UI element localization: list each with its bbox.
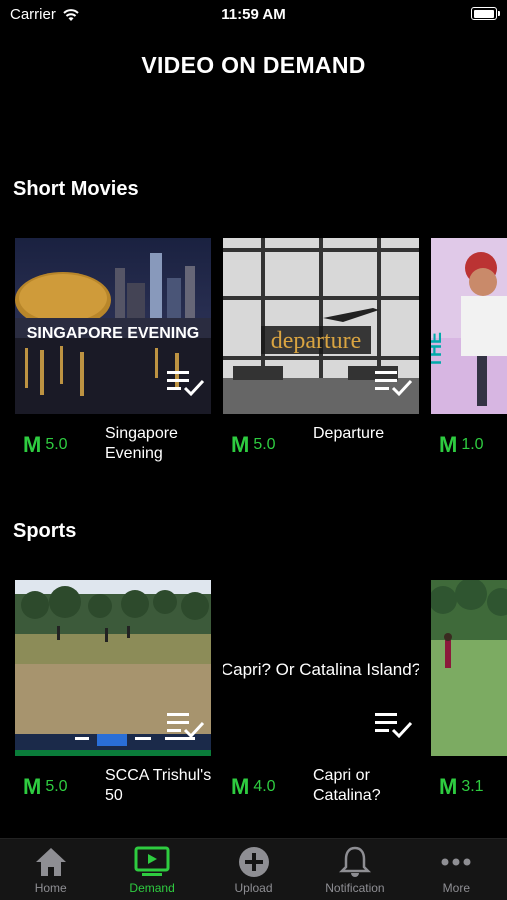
m-logo-icon: M [439, 774, 458, 799]
status-bar: Carrier 11:59 AM [0, 0, 507, 30]
rating: M 3.1 [439, 776, 484, 798]
tab-home[interactable]: Home [0, 839, 101, 900]
thumb-caption: departure [271, 328, 362, 354]
playlist-check-icon[interactable] [373, 368, 413, 398]
m-logo-icon: M [439, 432, 458, 457]
video-card-scca[interactable]: M 5.0 SCCA Trishul's 50 [15, 580, 211, 810]
video-thumbnail[interactable] [431, 580, 507, 756]
video-thumbnail[interactable] [15, 580, 211, 756]
tab-demand[interactable]: Demand [101, 839, 202, 900]
rating: M 5.0 [23, 434, 68, 456]
bell-icon [338, 846, 371, 877]
video-title[interactable]: Departure [313, 424, 423, 444]
video-thumbnail[interactable]: THE [431, 238, 507, 414]
rating-value: 5.0 [45, 436, 68, 453]
tab-bar: Home Demand Upload Notification More [0, 838, 507, 900]
tab-upload[interactable]: Upload [203, 839, 304, 900]
rating-value: 5.0 [253, 436, 276, 453]
tab-more[interactable]: More [406, 839, 507, 900]
m-logo-icon: M [231, 774, 250, 799]
tab-label: Upload [234, 881, 273, 895]
video-title[interactable]: SCCA Trishul's 50 [105, 766, 215, 806]
tv-icon [134, 846, 170, 876]
rating-value: 5.0 [45, 778, 68, 795]
battery-icon [471, 7, 500, 20]
m-logo-icon: M [231, 432, 250, 457]
video-thumbnail[interactable]: SINGAPORE EVENING [15, 238, 211, 414]
section-title-short-movies: Short Movies [13, 178, 139, 200]
section-title-sports: Sports [13, 520, 77, 542]
video-card-partial[interactable]: M 3.1 [431, 580, 507, 810]
video-thumbnail[interactable]: Capri? Or Catalina Island? [223, 580, 419, 756]
status-time: 11:59 AM [221, 6, 286, 23]
home-icon [35, 848, 66, 876]
tab-label: Home [34, 881, 67, 895]
video-title[interactable]: Singapore Evening [105, 424, 215, 464]
rating: M 5.0 [23, 776, 68, 798]
video-card-capri[interactable]: Capri? Or Catalina Island? M 4.0 Capri o… [223, 580, 419, 810]
tab-notification[interactable]: Notification [304, 839, 405, 900]
plus-circle-icon [238, 847, 269, 877]
rating: M 5.0 [231, 434, 276, 456]
page-title: VIDEO ON DEMAND [141, 52, 366, 78]
tab-label: Demand [129, 881, 175, 895]
tab-label: Notification [325, 881, 385, 895]
m-logo-icon: M [23, 432, 42, 457]
video-card-departure[interactable]: departure M 5.0 Departure [223, 238, 419, 468]
playlist-check-icon[interactable] [165, 710, 205, 740]
video-thumbnail[interactable]: departure [223, 238, 419, 414]
thumb-caption: SINGAPORE EVENING [27, 325, 199, 342]
rating: M 1.0 [439, 434, 484, 456]
m-logo-icon: M [23, 774, 42, 799]
playlist-check-icon[interactable] [373, 710, 413, 740]
svg-text:THE: THE [431, 332, 445, 368]
playlist-check-icon[interactable] [165, 368, 205, 398]
more-icon [441, 858, 471, 866]
rating-value: 3.1 [461, 778, 484, 795]
thumb-caption: Capri? Or Catalina Island? [223, 660, 419, 679]
rating-value: 4.0 [253, 778, 276, 795]
rating: M 4.0 [231, 776, 276, 798]
video-card-partial[interactable]: THE M 1.0 [431, 238, 507, 468]
rating-value: 1.0 [461, 436, 484, 453]
tab-label: More [442, 881, 470, 895]
video-title[interactable]: Capri or Catalina? [313, 766, 423, 806]
video-card-singapore-evening[interactable]: SINGAPORE EVENING M 5.0 Singapore Evenin… [15, 238, 211, 468]
